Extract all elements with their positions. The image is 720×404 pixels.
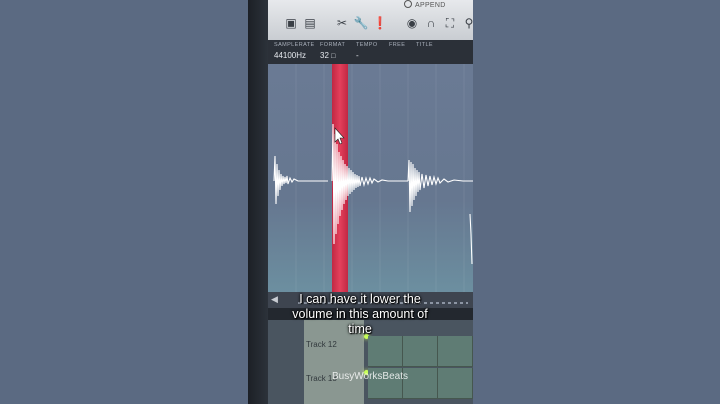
- zoom-icon[interactable]: ⚲: [462, 16, 473, 30]
- monitor-bezel: [248, 0, 268, 404]
- format-value: 32: [320, 51, 329, 60]
- left-backdrop: [0, 0, 248, 404]
- waveform: [273, 123, 473, 265]
- waveform-svg: [273, 64, 473, 292]
- samplerate-label: SAMPLERATE: [274, 42, 315, 48]
- eye-icon[interactable]: ◉: [405, 16, 419, 30]
- toolbar: APPEND ▣ ▤ ✂ 🔧 ❗ ◉ ∩ ⛶ ⚲: [268, 0, 473, 40]
- title-label: TITLE: [416, 42, 433, 48]
- append-option[interactable]: APPEND: [404, 0, 446, 9]
- pattern-block[interactable]: [438, 336, 473, 367]
- tempo-value[interactable]: -: [356, 51, 378, 60]
- grid-lines: [295, 64, 465, 292]
- format-label: FORMAT: [320, 42, 346, 48]
- format-toggle-icon[interactable]: □: [331, 53, 335, 60]
- pattern-block[interactable]: [403, 336, 438, 367]
- append-label: APPEND: [415, 2, 446, 9]
- video-caption: I can have it lower the volume in this a…: [270, 292, 450, 337]
- save-icon[interactable]: ▣: [284, 16, 298, 30]
- file-icon[interactable]: ▤: [303, 16, 317, 30]
- wrench-icon[interactable]: 🔧: [354, 16, 369, 30]
- track-12-label[interactable]: Track 12: [306, 340, 337, 349]
- fit-icon[interactable]: ⛶: [443, 16, 457, 30]
- magnet-icon[interactable]: ∩: [424, 16, 438, 30]
- caption-line-2: volume in this amount of: [292, 307, 428, 321]
- pattern-block[interactable]: [438, 368, 473, 399]
- waveform-editor[interactable]: [268, 64, 473, 292]
- scissors-icon[interactable]: ✂: [335, 16, 349, 30]
- caption-line-3: time: [348, 322, 372, 336]
- pin-icon[interactable]: ❗: [373, 16, 388, 30]
- watermark: BusyWorksBeats: [332, 371, 408, 382]
- radio-icon: [404, 0, 412, 8]
- samplerate-value: 44100Hz: [274, 51, 307, 60]
- right-backdrop: [473, 0, 720, 404]
- caption-line-1: I can have it lower the: [299, 292, 421, 306]
- pattern-block[interactable]: [368, 336, 403, 367]
- edison-window: APPEND ▣ ▤ ✂ 🔧 ❗ ◉ ∩ ⛶ ⚲ SAMPLERATE 4410…: [248, 0, 473, 404]
- tempo-label: TEMPO: [356, 42, 378, 48]
- free-label: FREE: [389, 42, 406, 48]
- sample-info-bar: SAMPLERATE 44100Hz FORMAT 32 □ TEMPO - F…: [268, 40, 473, 64]
